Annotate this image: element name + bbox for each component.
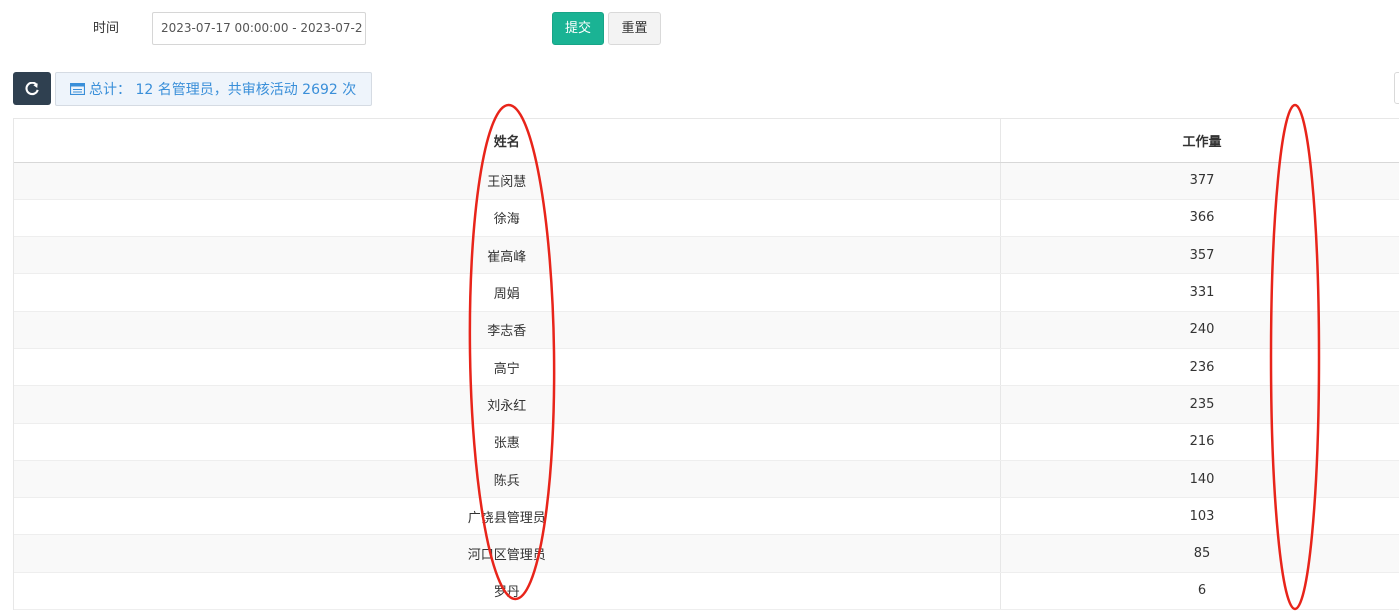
cell-workload: 240: [1000, 311, 1399, 349]
cell-name: 张惠: [14, 423, 1001, 461]
cell-name: 徐海: [14, 199, 1001, 238]
column-header-workload[interactable]: 工作量: [1000, 119, 1399, 163]
submit-button[interactable]: 提交: [552, 12, 604, 45]
cell-workload: 85: [1000, 534, 1399, 573]
columns-toggle-button[interactable]: [1394, 72, 1399, 104]
cell-workload: 235: [1000, 385, 1399, 424]
cell-name: 罗丹: [14, 572, 1001, 611]
table-row: 高宁 236: [14, 348, 1399, 387]
summary-badge: 总计： 12 名管理员，共审核活动 2692 次: [55, 72, 372, 106]
table-row: 罗丹 6: [14, 572, 1399, 611]
table-row: 周娟 331: [14, 273, 1399, 312]
cell-name: 河口区管理员: [14, 534, 1001, 573]
table-row: 广饶县管理员 103: [14, 497, 1399, 536]
date-range-input[interactable]: 2023-07-17 00:00:00 - 2023-07-2: [152, 12, 366, 45]
time-label: 时间: [93, 21, 120, 36]
cell-name: 李志香: [14, 311, 1001, 349]
table-row: 崔高峰 357: [14, 236, 1399, 275]
cell-name: 周娟: [14, 273, 1001, 312]
table-row: 张惠 216: [14, 423, 1399, 461]
column-header-name[interactable]: 姓名: [14, 119, 1001, 163]
cell-workload: 377: [1000, 162, 1399, 200]
cell-name: 刘永红: [14, 385, 1001, 424]
refresh-button[interactable]: [13, 72, 51, 105]
cell-name: 高宁: [14, 348, 1001, 387]
table-row: 刘永红 235: [14, 385, 1399, 424]
table-row: 王闵慧 377: [14, 162, 1399, 200]
table-body: 王闵慧 377 徐海 366 崔高峰 357 周娟 331 李志香 240 高宁 236 刘永红 235 张…: [14, 162, 1399, 611]
table-header-row: 姓名 工作量: [14, 119, 1399, 163]
cell-name: 广饶县管理员: [14, 497, 1001, 536]
cell-workload: 216: [1000, 423, 1399, 461]
workload-table: 姓名 工作量 王闵慧 377 徐海 366 崔高峰 357 周娟 331 李志香 240 高宁 236…: [13, 118, 1399, 611]
summary-text: 总计： 12 名管理员，共审核活动 2692 次: [89, 82, 357, 98]
cell-workload: 331: [1000, 273, 1399, 312]
cell-name: 王闵慧: [14, 162, 1001, 200]
table-row: 徐海 366: [14, 199, 1399, 238]
cell-workload: 236: [1000, 348, 1399, 387]
list-icon: [70, 83, 85, 95]
cell-workload: 357: [1000, 236, 1399, 275]
table-row: 河口区管理员 85: [14, 534, 1399, 573]
cell-workload: 103: [1000, 497, 1399, 536]
table-row: 陈兵 140: [14, 460, 1399, 499]
cell-workload: 6: [1000, 572, 1399, 611]
table-row: 李志香 240: [14, 311, 1399, 349]
reset-button[interactable]: 重置: [608, 12, 661, 45]
cell-name: 崔高峰: [14, 236, 1001, 275]
cell-workload: 140: [1000, 460, 1399, 499]
refresh-icon: [25, 81, 39, 95]
cell-workload: 366: [1000, 199, 1399, 238]
page: 时间 2023-07-17 00:00:00 - 2023-07-2 提交 重置…: [0, 0, 1399, 615]
cell-name: 陈兵: [14, 460, 1001, 499]
